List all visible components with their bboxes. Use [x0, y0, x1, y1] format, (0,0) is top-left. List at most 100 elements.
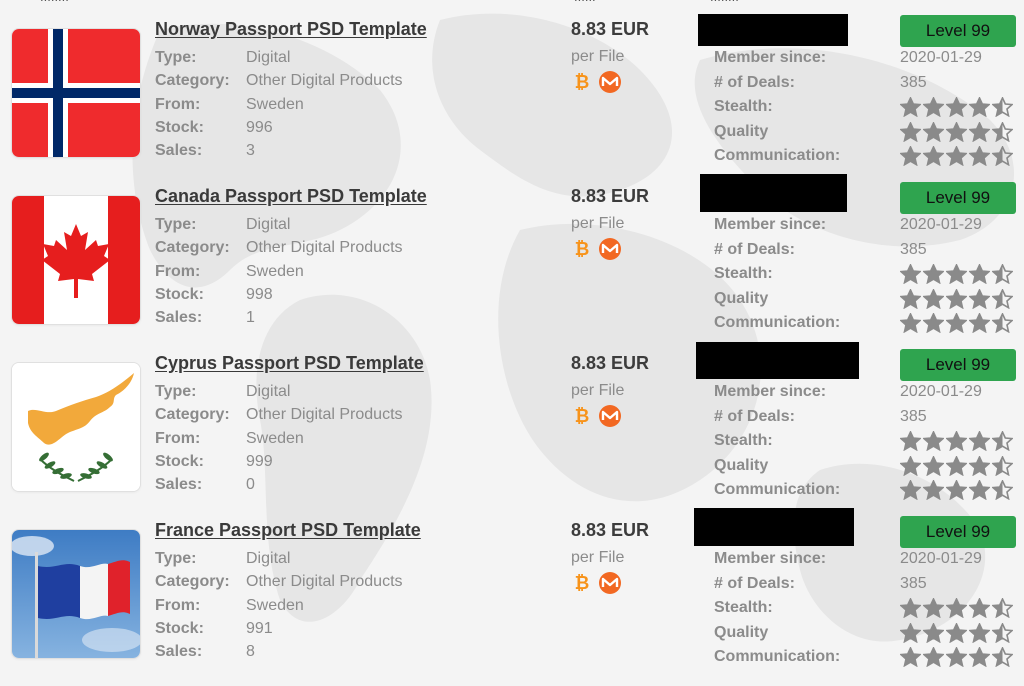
prop-category: Category: Other Digital Products — [155, 69, 403, 92]
payment-methods: ₿ — [573, 71, 625, 95]
prop-category: Category: Other Digital Products — [155, 236, 403, 259]
price: 8.83 EUR — [571, 186, 650, 206]
star-full-icon — [946, 480, 967, 501]
product-title[interactable]: Canada Passport PSD Template — [155, 185, 427, 207]
vendor-stat-values: 2020-01-29 385 — [900, 547, 1013, 670]
star-full-icon — [969, 598, 990, 619]
prop-value: 998 — [246, 285, 273, 303]
monero-icon — [599, 405, 622, 427]
monero-icon — [599, 238, 622, 260]
star-full-icon — [923, 97, 944, 118]
star-full-icon — [900, 288, 921, 309]
listing-row: Canada Passport PSD Template Type: Digita… — [0, 174, 1024, 352]
member-since-label: Member since: — [714, 49, 827, 66]
prop-from: From: Sweden — [155, 427, 403, 450]
star-full-icon — [923, 264, 944, 285]
listing-row: France Passport PSD Template Type: Digita… — [0, 508, 1024, 686]
prop-value: Other Digital Products — [246, 239, 403, 257]
stealth-rating — [900, 262, 1013, 287]
star-full-icon — [969, 480, 990, 501]
prop-label: Category: — [155, 239, 230, 257]
quality-rating — [900, 120, 1013, 145]
star-full-icon — [969, 97, 990, 118]
star-full-icon — [946, 146, 967, 167]
quality-rating — [900, 287, 1013, 312]
star-full-icon — [946, 455, 967, 476]
prop-category: Category: Other Digital Products — [155, 570, 403, 593]
stealth-label: Stealth: — [714, 599, 773, 616]
prop-label: Sales: — [155, 476, 203, 494]
prop-type: Type: Digital — [155, 46, 403, 69]
prop-label: Category: — [155, 573, 230, 591]
price-unit: per File — [571, 215, 625, 232]
star-full-icon — [923, 622, 944, 643]
deals-label: # of Deals: — [714, 240, 795, 258]
star-full-icon — [900, 97, 921, 118]
communication-rating — [900, 478, 1013, 503]
prop-label: Category: — [155, 72, 230, 90]
deals-label: # of Deals: — [714, 407, 795, 425]
prop-label: Category: — [155, 406, 230, 424]
prop-sales: Sales: 1 — [155, 306, 403, 329]
star-full-icon — [923, 598, 944, 619]
prop-sales: Sales: 0 — [155, 473, 403, 496]
cyprus-flag-icon[interactable] — [12, 363, 140, 491]
payment-methods: ₿ — [573, 238, 625, 262]
svg-text:₿: ₿ — [575, 72, 590, 93]
star-full-icon — [969, 288, 990, 309]
vendor-stat-labels: Member since: # of Deals: Stealth: Quali… — [714, 46, 840, 169]
redacted-vendor-name — [696, 342, 859, 379]
stealth-rating — [900, 95, 1013, 120]
star-full-icon — [946, 647, 967, 668]
vendor-level-badge[interactable]: Level 99 — [900, 15, 1016, 47]
price: 8.83 EUR — [571, 19, 650, 39]
prop-label: From: — [155, 429, 201, 447]
prop-label: Type: — [155, 550, 197, 567]
star-full-icon — [900, 622, 921, 643]
star-half-icon — [992, 121, 1013, 142]
star-full-icon — [900, 598, 921, 619]
vendor-level-badge[interactable]: Level 99 — [900, 349, 1016, 381]
star-full-icon — [969, 121, 990, 142]
member-since-label: Member since: — [714, 550, 827, 567]
star-half-icon — [992, 647, 1013, 668]
star-full-icon — [946, 598, 967, 619]
star-full-icon — [969, 313, 990, 334]
redacted-vendor-name — [698, 14, 848, 46]
prop-value: Digital — [246, 216, 291, 233]
product-title[interactable]: Norway Passport PSD Template — [155, 18, 427, 40]
vendor-stat-labels: Member since: # of Deals: Stealth: Quali… — [714, 547, 840, 670]
payment-methods: ₿ — [573, 405, 625, 429]
star-full-icon — [900, 121, 921, 142]
product-title[interactable]: France Passport PSD Template — [155, 519, 421, 541]
norway-flag-icon[interactable] — [12, 29, 140, 157]
prop-value: Sweden — [246, 95, 304, 113]
prop-value: 0 — [246, 476, 255, 494]
canada-flag-icon[interactable] — [12, 196, 140, 324]
member-since-value: 2020-01-29 — [900, 550, 982, 567]
star-half-icon — [992, 264, 1013, 285]
product-title[interactable]: Cyprus Passport PSD Template — [155, 352, 424, 374]
france-flag-icon[interactable] — [12, 530, 140, 658]
prop-value: Other Digital Products — [246, 573, 403, 591]
payment-methods: ₿ — [573, 572, 625, 596]
vendor-level-badge[interactable]: Level 99 — [900, 182, 1016, 214]
prop-type: Type: Digital — [155, 547, 403, 570]
star-full-icon — [900, 146, 921, 167]
deals-value: 385 — [900, 407, 927, 425]
quality-label: Quality — [714, 122, 769, 140]
communication-rating — [900, 645, 1013, 670]
product-properties: Type: Digital Category: Other Digital Prod… — [155, 46, 403, 162]
quality-label: Quality — [714, 289, 769, 307]
bitcoin-icon: ₿ — [575, 72, 590, 93]
prop-value: Digital — [246, 49, 291, 66]
prop-stock: Stock: 991 — [155, 617, 403, 640]
star-full-icon — [923, 288, 944, 309]
prop-label: From: — [155, 95, 201, 113]
star-full-icon — [946, 431, 967, 452]
vendor-level-badge[interactable]: Level 99 — [900, 516, 1016, 548]
prop-from: From: Sweden — [155, 93, 403, 116]
prop-value: 999 — [246, 452, 273, 470]
stealth-label: Stealth: — [714, 432, 773, 449]
star-half-icon — [992, 480, 1013, 501]
